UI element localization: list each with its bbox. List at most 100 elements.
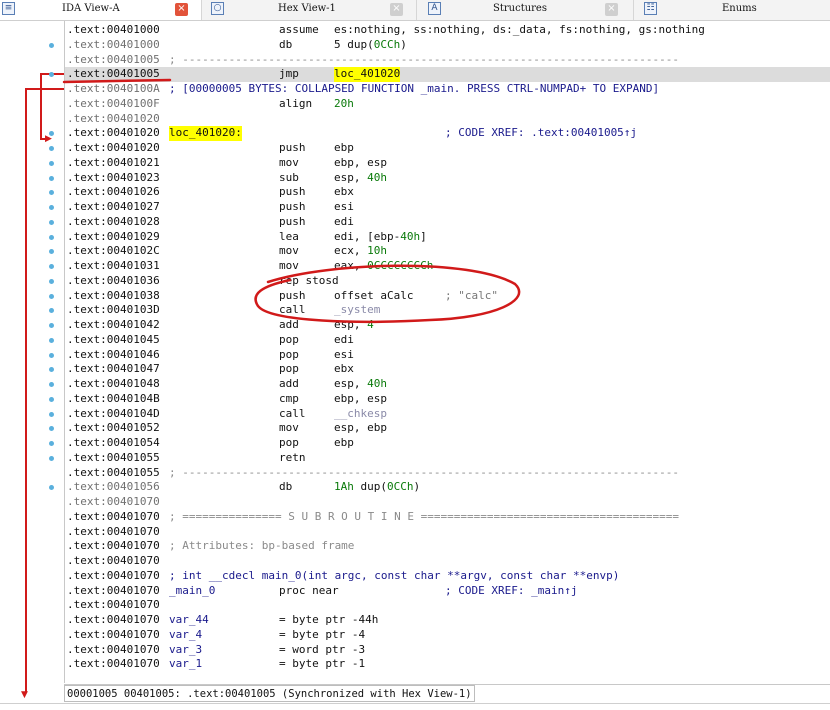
listing-line[interactable]: .text:00401070 — [65, 598, 830, 613]
listing-line[interactable]: .text:00401005 jmp loc_401020 — [65, 67, 830, 82]
jump-arrow-line — [25, 88, 27, 692]
listing-line[interactable]: .text:00401042 add esp, 4 — [65, 318, 830, 333]
line-address: .text:00401046 — [67, 347, 160, 361]
tab-ida-view-a[interactable]: ≡ IDA View-A × — [0, 0, 202, 20]
breakpoint-dot[interactable] — [49, 441, 54, 446]
instruction-mnemonic: lea — [279, 229, 299, 243]
listing-line[interactable]: .text:0040104D call __chkesp — [65, 407, 830, 422]
listing-line[interactable]: .text:00401020 push ebp — [65, 141, 830, 156]
instruction-mnemonic: jmp — [279, 67, 299, 81]
breakpoint-dot[interactable] — [49, 264, 54, 269]
breakpoint-dot[interactable] — [49, 42, 54, 48]
listing-line[interactable]: .text:00401054 pop ebp — [65, 436, 830, 451]
listing-line[interactable]: .text:00401021 mov ebp, esp — [65, 156, 830, 171]
listing-line[interactable]: .text:00401055 ; ------------------------… — [65, 466, 830, 481]
instruction-mnemonic: pop — [279, 362, 299, 376]
breakpoint-dot[interactable] — [49, 249, 54, 255]
listing-line[interactable]: .text:0040100A ; [00000005 BYTES: COLLAPS… — [65, 82, 830, 97]
close-icon[interactable]: × — [175, 3, 188, 16]
line-address: .text:0040104B — [67, 391, 160, 405]
breakpoint-dot[interactable] — [49, 293, 54, 299]
listing-line[interactable]: .text:00401055 retn — [65, 451, 830, 466]
breakpoint-dot[interactable] — [49, 278, 54, 284]
listing-line[interactable]: .text:00401046 pop esi — [65, 348, 830, 363]
close-icon[interactable]: × — [605, 3, 618, 16]
listing-line[interactable]: .text:00401070 var_1 = byte ptr -1 — [65, 657, 830, 672]
instruction-mnemonic: mov — [279, 421, 299, 435]
listing-line[interactable]: .text:00401000 db 5 dup(0CCh) — [65, 38, 830, 53]
breakpoint-dot[interactable] — [49, 485, 54, 491]
line-address: .text:00401000 — [67, 37, 160, 51]
listing-line[interactable]: .text:00401047 pop ebx — [65, 362, 830, 377]
breakpoint-dot[interactable] — [49, 146, 54, 151]
listing-line[interactable]: .text:00401031 mov eax, 0CCCCCCCCh — [65, 259, 830, 274]
listing-line[interactable]: .text:00401038 push offset aCalc ; "calc" — [65, 289, 830, 304]
listing-line[interactable]: .text:00401070 — [65, 525, 830, 540]
listing-line[interactable]: .text:00401000 assume es:nothing, ss:nothi… — [65, 23, 830, 38]
listing-line[interactable]: .text:00401070 — [65, 554, 830, 569]
listing-line[interactable]: .text:0040104B cmp ebp, esp — [65, 392, 830, 407]
breakpoint-dot[interactable] — [49, 337, 54, 343]
listing-line[interactable]: .text:00401020 — [65, 112, 830, 127]
listing-line[interactable]: .text:00401070 ; Attributes: bp-based fra… — [65, 539, 830, 554]
line-address: .text:0040102C — [67, 244, 160, 258]
listing-line[interactable]: .text:00401020 loc_401020: ; CODE XREF: .t… — [65, 126, 830, 141]
instruction-mnemonic: push — [279, 141, 306, 154]
tab-enums[interactable]: ☷ Enums — [634, 0, 830, 20]
tab-label: IDA View-A — [62, 3, 120, 14]
close-icon[interactable]: × — [390, 3, 403, 16]
breakpoint-dot[interactable] — [49, 382, 54, 387]
breakpoint-dot[interactable] — [49, 323, 54, 328]
breakpoint-dot[interactable] — [49, 160, 54, 166]
breakpoint-dot[interactable] — [49, 205, 54, 210]
listing-line[interactable]: .text:00401070 ; int __cdecl main_0(int a… — [65, 569, 830, 584]
listing-line[interactable]: .text:00401027 push esi — [65, 200, 830, 215]
breakpoint-dot[interactable] — [49, 190, 54, 196]
listing-line[interactable]: .text:0040102C mov ecx, 10h — [65, 244, 830, 259]
listing-line[interactable]: .text:00401070 — [65, 495, 830, 510]
breakpoint-dot[interactable] — [49, 396, 54, 402]
breakpoint-dot[interactable] — [49, 72, 54, 78]
breakpoint-dot[interactable] — [49, 411, 54, 417]
line-address: .text:0040104D — [67, 406, 160, 420]
tab-label: Enums — [722, 3, 757, 14]
line-address: .text:00401000 — [67, 23, 160, 36]
instruction-operand: ebp — [334, 141, 354, 154]
breakpoint-dot[interactable] — [49, 234, 54, 240]
listing-line[interactable]: .text:00401026 push ebx — [65, 185, 830, 200]
instruction-operand: eax, 0CCCCCCCCh — [334, 259, 434, 272]
listing-line[interactable]: .text:00401070 var_4 = byte ptr -4 — [65, 628, 830, 643]
listing-line[interactable]: .text:00401048 add esp, 40h — [65, 377, 830, 392]
listing-line[interactable]: .text:00401028 push edi — [65, 215, 830, 230]
disassembly-listing[interactable]: .text:00401000 assume es:nothing, ss:nothi… — [64, 21, 830, 683]
listing-line[interactable]: .text:00401005 ; ------------------------… — [65, 53, 830, 68]
listing-line[interactable]: .text:00401052 mov esp, ebp — [65, 421, 830, 436]
breakpoint-dot[interactable] — [49, 308, 54, 314]
listing-line[interactable]: .text:00401036 rep stosd — [65, 274, 830, 289]
instruction-mnemonic: cmp — [279, 391, 299, 405]
line-address: .text:0040100F — [67, 96, 160, 110]
breakpoint-dot[interactable] — [49, 367, 54, 373]
breakpoint-dot[interactable] — [49, 455, 54, 461]
instruction-operand: esi — [334, 347, 354, 361]
listing-line[interactable]: .text:0040103D call _system — [65, 303, 830, 318]
listing-line[interactable]: .text:00401070 var_3 = word ptr -3 — [65, 643, 830, 658]
listing-line[interactable]: .text:00401070 _main_0 proc near ; CODE XRE… — [65, 584, 830, 599]
code-label: var_44 — [169, 613, 209, 626]
breakpoint-dot[interactable] — [49, 352, 54, 358]
tab-structures[interactable]: A Structures × — [417, 0, 634, 20]
instruction-mnemonic: push — [279, 200, 306, 213]
breakpoint-dot[interactable] — [49, 175, 54, 181]
listing-line[interactable]: .text:00401045 pop edi — [65, 333, 830, 348]
breakpoint-dot[interactable] — [49, 426, 54, 432]
listing-line[interactable]: .text:00401023 sub esp, 40h — [65, 171, 830, 186]
listing-line[interactable]: .text:0040100F align 20h — [65, 97, 830, 112]
breakpoint-dot[interactable] — [49, 219, 54, 225]
listing-line[interactable]: .text:00401056 db 1Ah dup(0CCh) — [65, 480, 830, 495]
tab-hex-view-1[interactable]: ○ Hex View-1 × — [202, 0, 417, 20]
line-address: .text:00401052 — [67, 421, 160, 435]
instruction-operand: esp, 40h — [334, 170, 387, 184]
listing-line[interactable]: .text:00401070 var_44 = byte ptr -44h — [65, 613, 830, 628]
listing-line[interactable]: .text:00401070 ; =============== S U B R … — [65, 510, 830, 525]
listing-line[interactable]: .text:00401029 lea edi, [ebp-40h] — [65, 230, 830, 245]
